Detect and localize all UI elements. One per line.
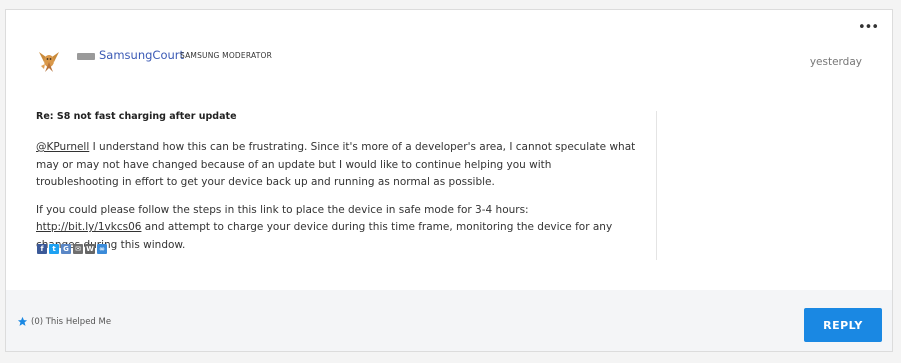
body-paragraph-2: If you could please follow the steps in … xyxy=(36,202,636,255)
kudos-label: (0) This Helped Me xyxy=(31,316,112,327)
post-footer: (0) This Helped Me REPLY xyxy=(6,290,892,351)
author-role: SAMSUNG MODERATOR xyxy=(180,51,272,60)
star-icon xyxy=(17,316,28,326)
wordpress-icon[interactable]: W xyxy=(85,244,95,254)
body-paragraph-1: @KPurnell I understand how this can be f… xyxy=(36,139,636,192)
post-date: yesterday xyxy=(809,56,862,68)
safe-mode-link[interactable]: http://bit.ly/1vkcs06 xyxy=(36,221,141,233)
reply-button[interactable]: REPLY xyxy=(804,308,882,342)
post-subject: Re: S8 not fast charging after update xyxy=(36,111,237,122)
twitter-icon[interactable]: t xyxy=(49,244,59,254)
share-icons: f t G ✉ W ∞ xyxy=(37,244,107,254)
email-icon[interactable]: ✉ xyxy=(73,244,83,254)
paragraph-2-text-before: If you could please follow the steps in … xyxy=(36,203,529,216)
rank-badge-icon xyxy=(77,53,95,60)
paragraph-1-text: I understand how this can be frustrating… xyxy=(36,141,636,188)
post-card: ••• SamsungCourt SAMSUNG MODERATOR yeste… xyxy=(5,9,893,352)
kudos-button[interactable]: (0) This Helped Me xyxy=(17,316,111,327)
vertical-divider xyxy=(656,111,657,260)
avatar[interactable] xyxy=(36,48,62,74)
mention-link[interactable]: @KPurnell xyxy=(36,141,89,153)
post-body: @KPurnell I understand how this can be f… xyxy=(36,139,636,264)
google-icon[interactable]: G xyxy=(61,244,71,254)
facebook-icon[interactable]: f xyxy=(37,244,47,254)
more-options-icon[interactable]: ••• xyxy=(858,20,879,35)
author-username-link[interactable]: SamsungCourt xyxy=(99,48,184,62)
link-icon[interactable]: ∞ xyxy=(97,244,107,254)
